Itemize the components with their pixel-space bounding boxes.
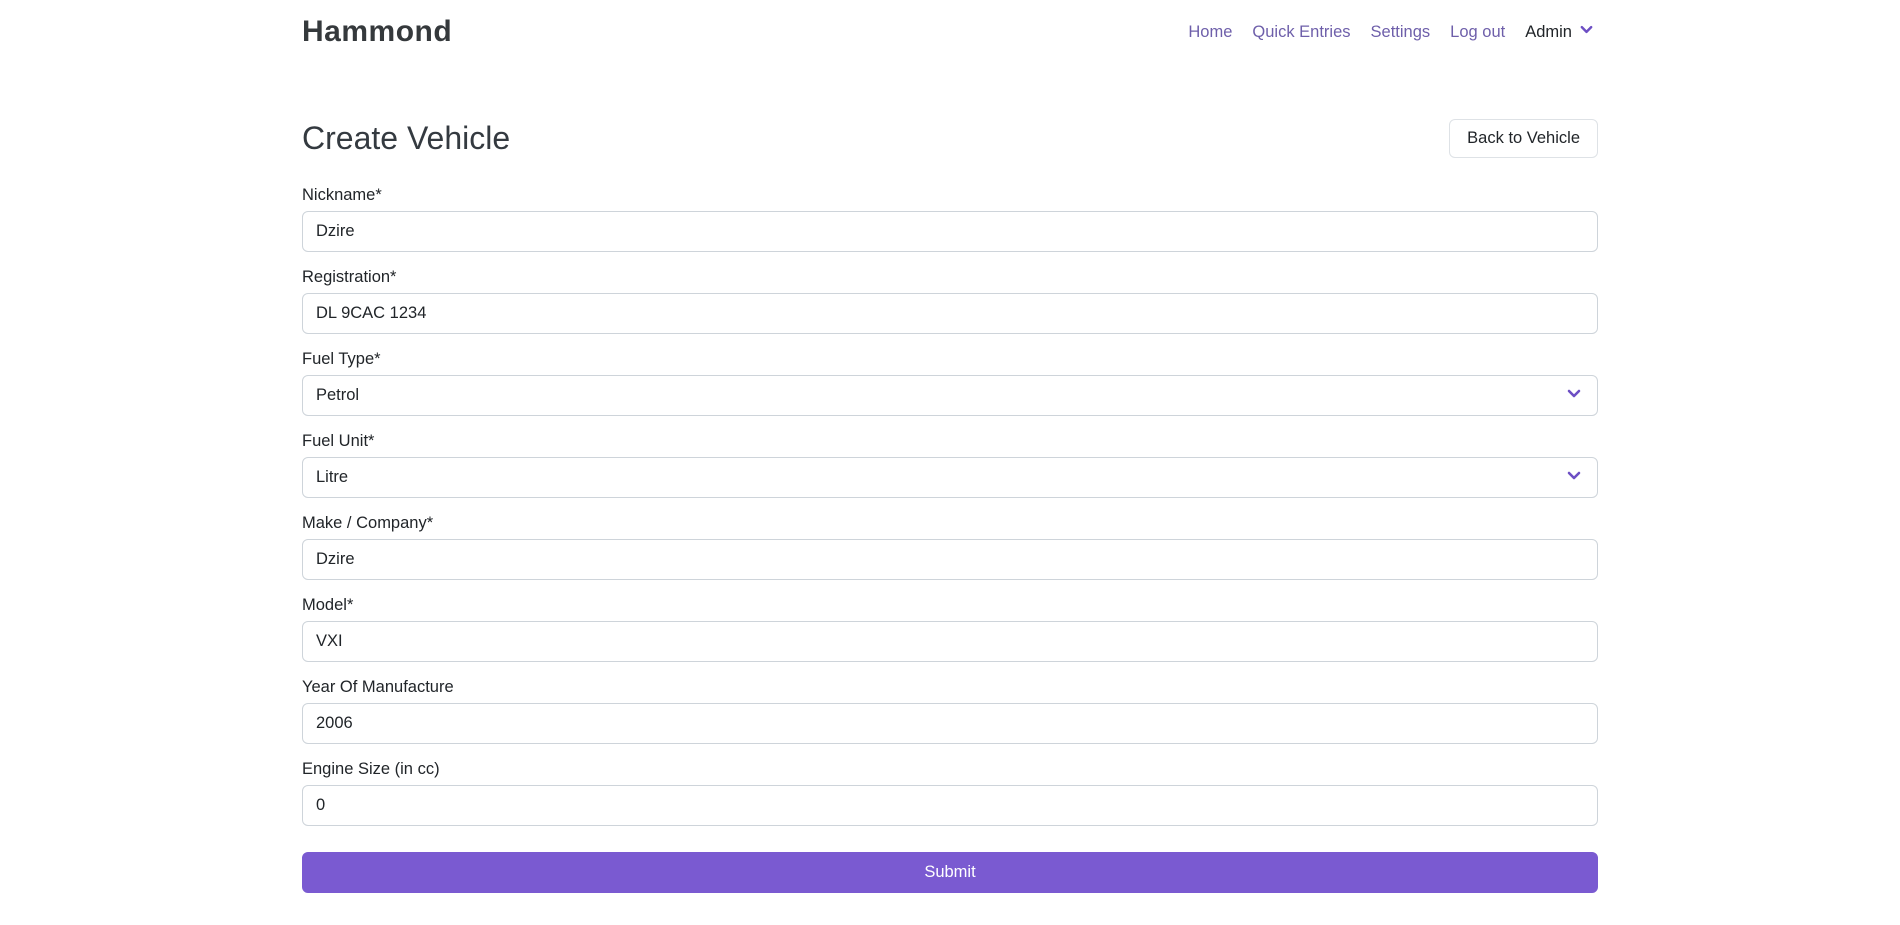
registration-input[interactable] (302, 293, 1598, 334)
fuel-type-field-group: Fuel Type* Petrol (302, 350, 1598, 416)
year-of-manufacture-field-group: Year Of Manufacture (302, 678, 1598, 744)
engine-size-field-group: Engine Size (in cc) (302, 760, 1598, 826)
nav-item-home[interactable]: Home (1178, 15, 1242, 50)
nav-item-settings[interactable]: Settings (1361, 15, 1441, 50)
fuel-type-selected-value: Petrol (302, 375, 1598, 416)
main-nav: Home Quick Entries Settings Log out Admi… (1178, 14, 1598, 50)
nickname-label: Nickname* (302, 186, 1598, 205)
page-header: Create Vehicle Back to Vehicle (302, 119, 1598, 158)
make-company-label: Make / Company* (302, 514, 1598, 533)
back-to-vehicle-button[interactable]: Back to Vehicle (1449, 119, 1598, 158)
fuel-unit-select[interactable]: Litre (302, 457, 1598, 498)
chevron-down-icon (1579, 22, 1594, 42)
fuel-unit-selected-value: Litre (302, 457, 1598, 498)
create-vehicle-form: Nickname* Registration* Fuel Type* Petro… (302, 186, 1598, 893)
nickname-field-group: Nickname* (302, 186, 1598, 252)
nav-item-quick-entries[interactable]: Quick Entries (1242, 15, 1360, 50)
nav-item-logout[interactable]: Log out (1440, 15, 1515, 50)
nickname-input[interactable] (302, 211, 1598, 252)
make-company-input[interactable] (302, 539, 1598, 580)
admin-dropdown-toggle[interactable]: Admin (1515, 14, 1598, 50)
submit-button[interactable]: Submit (302, 852, 1598, 893)
year-of-manufacture-input[interactable] (302, 703, 1598, 744)
fuel-unit-label: Fuel Unit* (302, 432, 1598, 451)
brand-logo[interactable]: Hammond (302, 15, 452, 49)
registration-label: Registration* (302, 268, 1598, 287)
make-company-field-group: Make / Company* (302, 514, 1598, 580)
fuel-type-label: Fuel Type* (302, 350, 1598, 369)
admin-dropdown-label: Admin (1525, 23, 1572, 42)
fuel-type-select[interactable]: Petrol (302, 375, 1598, 416)
main-content: Create Vehicle Back to Vehicle Nickname*… (290, 119, 1610, 893)
registration-field-group: Registration* (302, 268, 1598, 334)
page-title: Create Vehicle (302, 120, 510, 157)
engine-size-input[interactable] (302, 785, 1598, 826)
model-input[interactable] (302, 621, 1598, 662)
engine-size-label: Engine Size (in cc) (302, 760, 1598, 779)
model-label: Model* (302, 596, 1598, 615)
fuel-unit-field-group: Fuel Unit* Litre (302, 432, 1598, 498)
top-navbar: Hammond Home Quick Entries Settings Log … (0, 0, 1900, 62)
model-field-group: Model* (302, 596, 1598, 662)
year-of-manufacture-label: Year Of Manufacture (302, 678, 1598, 697)
